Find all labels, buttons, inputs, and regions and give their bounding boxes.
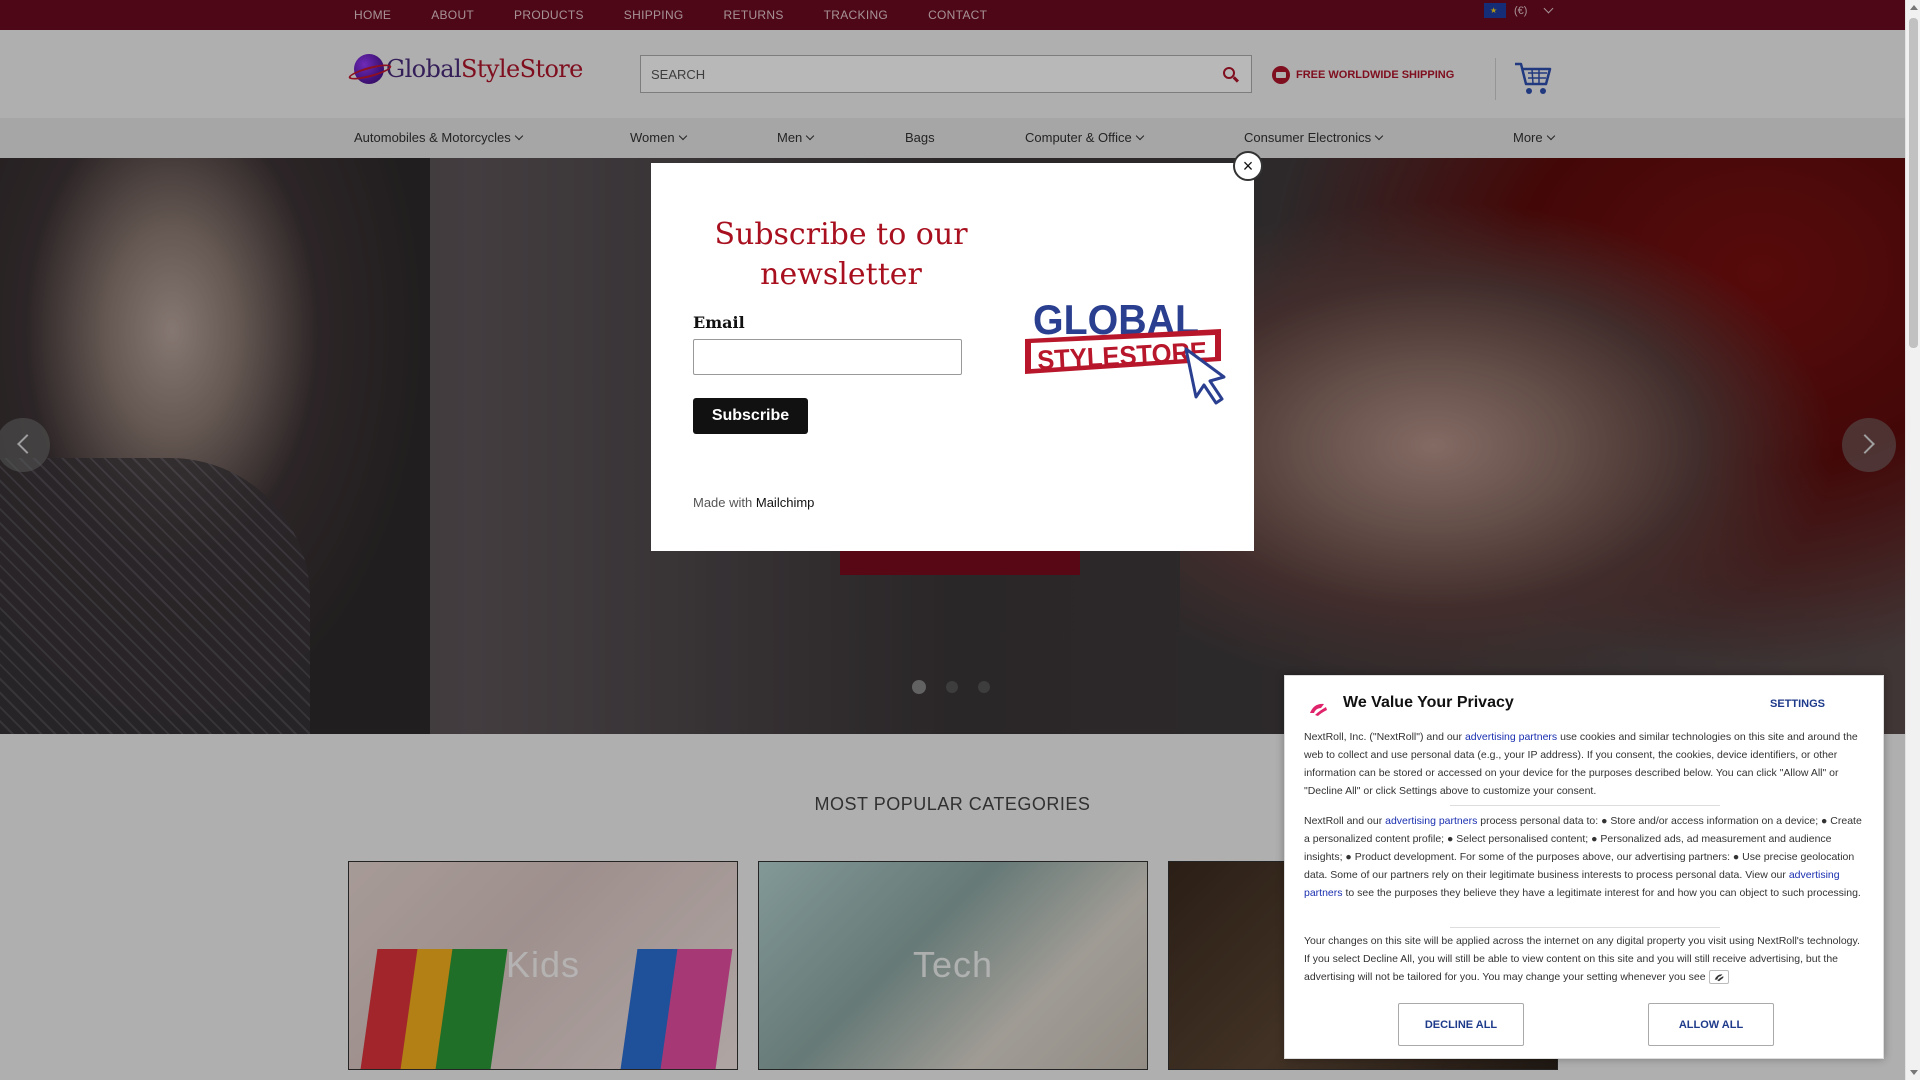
privacy-paragraph-1: NextRoll, Inc. ("NextRoll") and our adve… (1304, 731, 1858, 797)
globalstylestore-logo: GLOBAL STYLESTORE (1025, 296, 1226, 405)
email-field[interactable] (693, 339, 962, 375)
mailchimp-link[interactable]: Mailchimp (756, 495, 815, 510)
page-scrollbar[interactable] (1905, 0, 1920, 1080)
newsletter-title: Subscribe to our newsletter (714, 217, 968, 292)
privacy-banner: We Value Your Privacy SETTINGS NextRoll,… (1284, 675, 1884, 1059)
decline-all-button[interactable]: DECLINE ALL (1398, 1003, 1524, 1046)
privacy-title: We Value Your Privacy (1343, 694, 1514, 711)
subscribe-button[interactable]: Subscribe (693, 398, 808, 434)
newsletter-modal: Subscribe to our newsletter Email Subscr… (651, 163, 1254, 551)
scroll-down-icon[interactable] (1910, 1070, 1918, 1075)
nextroll-icon[interactable] (1708, 970, 1729, 985)
privacy-settings-link[interactable]: SETTINGS (1770, 698, 1825, 710)
privacy-paragraph-2: NextRoll and our advertising partners pr… (1304, 815, 1862, 899)
scroll-up-icon[interactable] (1910, 5, 1918, 10)
close-modal-button[interactable]: × (1233, 151, 1263, 181)
close-icon: × (1242, 156, 1254, 176)
scroll-thumb[interactable] (1909, 18, 1918, 348)
privacy-separator (1450, 805, 1720, 806)
privacy-separator (1450, 927, 1720, 928)
email-label: Email (693, 313, 745, 332)
made-with-mailchimp: Made with Mailchimp (693, 495, 815, 510)
nextroll-icon (1310, 703, 1327, 716)
advertising-partners-link[interactable]: advertising partners (1385, 815, 1477, 827)
privacy-paragraph-3: Your changes on this site will be applie… (1304, 935, 1860, 985)
allow-all-button[interactable]: ALLOW ALL (1648, 1003, 1774, 1046)
advertising-partners-link[interactable]: advertising partners (1465, 731, 1557, 743)
